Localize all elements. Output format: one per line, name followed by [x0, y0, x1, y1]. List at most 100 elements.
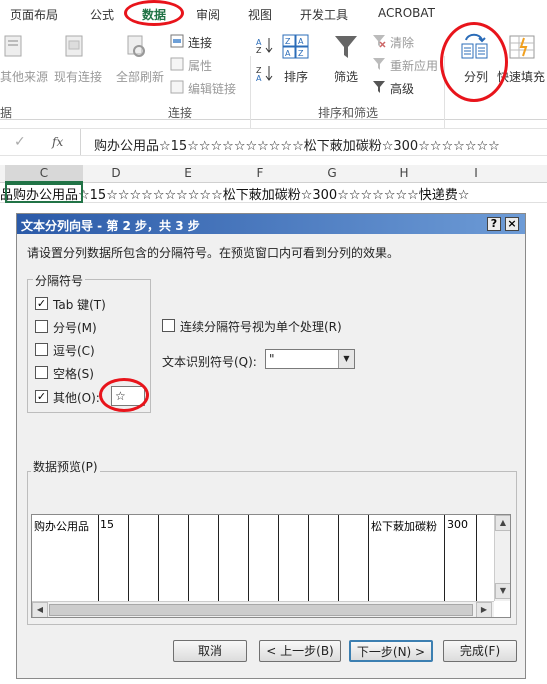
preview-vertical-scrollbar[interactable]: ▲ ▼: [494, 515, 510, 601]
space-label: 空格(S): [53, 367, 94, 381]
preview-cell: 300: [447, 518, 468, 531]
column-header-f[interactable]: F: [250, 166, 270, 180]
insert-function-icon[interactable]: fx: [52, 135, 63, 149]
group-label-external: 据: [0, 106, 13, 120]
get-external-button[interactable]: 其他来源: [0, 68, 48, 85]
semicolon-checkbox[interactable]: [35, 320, 48, 333]
svg-text:Z: Z: [256, 46, 262, 54]
delimiters-legend: 分隔符号: [33, 272, 86, 289]
preview-horizontal-scrollbar[interactable]: ◀ ▶: [32, 601, 494, 617]
space-checkbox[interactable]: [35, 366, 48, 379]
svg-text:Z: Z: [285, 37, 291, 46]
svg-text:A: A: [285, 49, 291, 58]
properties-button[interactable]: 属性: [188, 57, 212, 74]
help-button[interactable]: ?: [487, 217, 501, 231]
other-delimiter-input[interactable]: ☆: [111, 386, 145, 406]
formula-bar: ✓ fx 购办公用品☆15☆☆☆☆☆☆☆☆☆☆松下蓛加碳粉☆300☆☆☆☆☆☆☆: [0, 128, 547, 156]
ribbon: 其他来源 现有连接 全部刷新 连接 属性 编辑链接 AZ ZA ZAAZ 排序 …: [0, 26, 547, 142]
reapply-icon: [373, 58, 385, 70]
scroll-up-icon[interactable]: ▲: [495, 515, 510, 531]
preview-cell: 15: [100, 518, 114, 531]
group-label-connections: 连接: [168, 106, 193, 120]
reapply-button[interactable]: 重新应用: [390, 57, 438, 74]
tab-label: Tab 键(T): [53, 298, 106, 312]
dialog-description: 请设置分列数据所包含的分隔符号。在预览窗口内可看到分列的效果。: [27, 246, 400, 260]
sort-ascending-icon: AZ: [256, 38, 273, 54]
scroll-down-icon[interactable]: ▼: [495, 583, 510, 599]
tab-formulas[interactable]: 公式: [90, 6, 114, 23]
dialog-title: 文本分列向导 - 第 2 步，共 3 步: [21, 219, 200, 233]
group-label-sort-filter: 排序和筛选: [318, 106, 379, 120]
preview-cell: 松下蓛加碳粉: [371, 520, 437, 533]
cancel-entry-icon[interactable]: ✓: [14, 134, 26, 150]
filter-button[interactable]: 筛选: [334, 68, 358, 85]
chevron-down-icon[interactable]: ▼: [338, 350, 354, 368]
comma-label: 逗号(C): [53, 344, 95, 358]
preview-cell: 购办公用品: [34, 520, 89, 533]
text-to-columns-icon: [461, 33, 488, 59]
external-data-icon: [4, 35, 22, 57]
column-headers: C D E F G H I: [0, 165, 547, 183]
cancel-button[interactable]: 取消: [173, 640, 247, 662]
qualifier-select[interactable]: " ▼: [265, 349, 355, 369]
formula-bar-content[interactable]: 购办公用品☆15☆☆☆☆☆☆☆☆☆☆松下蓛加碳粉☆300☆☆☆☆☆☆☆: [94, 135, 500, 154]
tab-data[interactable]: 数据: [142, 6, 166, 23]
advanced-filter-button[interactable]: 高级: [390, 80, 414, 97]
properties-icon: [170, 57, 184, 71]
scroll-thumb[interactable]: [49, 604, 473, 616]
advanced-filter-icon: [373, 81, 385, 93]
other-checkbox[interactable]: ✓: [35, 390, 48, 403]
tab-review[interactable]: 审阅: [196, 6, 220, 23]
existing-connections-button[interactable]: 现有连接: [54, 68, 102, 85]
column-header-d[interactable]: D: [106, 166, 126, 180]
tab-page-layout[interactable]: 页面布局: [10, 6, 58, 23]
semicolon-label: 分号(M): [53, 321, 97, 335]
qualifier-value: ": [269, 352, 275, 366]
svg-text:A: A: [298, 37, 304, 46]
connections-button[interactable]: 连接: [188, 34, 212, 51]
preview-legend: 数据预览(P): [31, 458, 100, 475]
next-button[interactable]: 下一步(N) >: [349, 640, 433, 662]
comma-checkbox[interactable]: [35, 343, 48, 356]
svg-text:A: A: [256, 74, 262, 82]
existing-connections-icon: [65, 35, 83, 57]
column-header-g[interactable]: G: [322, 166, 342, 180]
consecutive-label: 连续分隔符号视为单个处理(R): [180, 320, 342, 334]
text-to-columns-button[interactable]: 分列: [464, 68, 488, 85]
sort-descending-icon: ZA: [256, 66, 273, 82]
clear-button[interactable]: 清除: [390, 34, 414, 51]
edit-links-button[interactable]: 编辑链接: [188, 80, 236, 97]
ribbon-tabs: 页面布局 公式 数据 审阅 视图 开发工具 ACROBAT: [0, 0, 547, 26]
flash-fill-button[interactable]: 快速填充: [497, 68, 545, 85]
scroll-left-icon[interactable]: ◀: [32, 602, 48, 617]
qualifier-label: 文本识别符号(Q):: [162, 355, 257, 369]
edit-links-icon: [170, 80, 184, 94]
column-header-i[interactable]: I: [466, 166, 486, 180]
text-to-columns-dialog: 文本分列向导 - 第 2 步，共 3 步 ? × 请设置分列数据所包含的分隔符号…: [16, 213, 526, 679]
sort-icon: Z AA Z: [282, 34, 309, 59]
scroll-right-icon[interactable]: ▶: [476, 602, 492, 617]
svg-text:Z: Z: [298, 49, 304, 58]
other-label: 其他(O):: [53, 391, 100, 405]
selected-cell[interactable]: [5, 183, 83, 203]
sort-button[interactable]: 排序: [284, 68, 308, 85]
tab-view[interactable]: 视图: [248, 6, 272, 23]
column-header-e[interactable]: E: [178, 166, 198, 180]
finish-button[interactable]: 完成(F): [443, 640, 517, 662]
close-button[interactable]: ×: [505, 217, 519, 231]
tab-developer[interactable]: 开发工具: [300, 6, 348, 23]
connections-icon: [170, 34, 184, 48]
flash-fill-icon: [509, 35, 535, 59]
preview-grid[interactable]: 购办公用品 15 松下蓛加碳粉 300 ▲ ▼ ◀ ▶: [31, 514, 511, 618]
consecutive-checkbox[interactable]: [162, 319, 175, 332]
tab-acrobat[interactable]: ACROBAT: [378, 6, 435, 20]
column-header-c[interactable]: C: [34, 166, 54, 180]
refresh-all-icon: [127, 35, 145, 57]
tab-checkbox[interactable]: ✓: [35, 297, 48, 310]
clear-icon: [373, 35, 386, 48]
refresh-all-button[interactable]: 全部刷新: [116, 68, 164, 85]
dialog-titlebar[interactable]: 文本分列向导 - 第 2 步，共 3 步 ? ×: [17, 214, 525, 234]
filter-icon: [335, 36, 357, 58]
back-button[interactable]: < 上一步(B): [259, 640, 341, 662]
column-header-h[interactable]: H: [394, 166, 414, 180]
